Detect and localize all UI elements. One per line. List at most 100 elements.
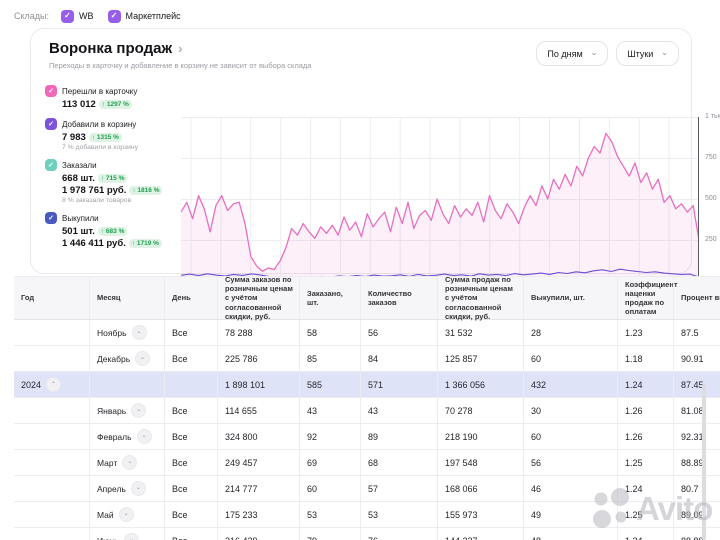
chevron-down-icon: ⌄ [661, 48, 668, 57]
table-cell: 1.25 [617, 502, 673, 527]
period-select[interactable]: По дням ⌄ [536, 41, 608, 66]
month-value: Июнь [97, 536, 119, 540]
table-cell [14, 398, 89, 423]
cell-value: 155 973 [445, 510, 478, 520]
table-cell: 84 [360, 346, 437, 371]
warehouse-checkbox-wb[interactable]: ✓WB [61, 10, 94, 23]
column-header: Коэффициент наценки продаж по оплатам [617, 277, 673, 319]
month-dropdown[interactable]: ⌄ [135, 351, 150, 366]
table-cell: 144 227 [437, 528, 523, 540]
metric-label: Заказали [62, 161, 97, 170]
warehouse-checkboxes: ✓WB✓Маркетплейс [61, 10, 181, 23]
cell-value: 60 [307, 484, 317, 494]
table-cell: 89 [360, 424, 437, 449]
table-cell: 88.89 [673, 528, 720, 540]
cell-value: 1 366 056 [445, 380, 485, 390]
table-cell: 225 786 [217, 346, 299, 371]
day-value: Все [172, 432, 188, 442]
table-cell: 79 [299, 528, 360, 540]
growth-badge: ↑ 1719 % [129, 239, 162, 248]
y-tick-label: 500 [705, 195, 717, 202]
month-value: Январь [97, 406, 126, 416]
table-cell: 56 [523, 450, 617, 475]
metric-value-rub: 1 978 761 руб. [62, 185, 126, 196]
cell-value: 80.7 [681, 484, 699, 494]
cell-value: 84 [368, 354, 378, 364]
table-body: Ноябрь⌄Все78 288585631 532281.2387.5Дека… [14, 320, 720, 540]
table-cell: 43 [360, 398, 437, 423]
cell-value: 571 [368, 380, 383, 390]
cell-value: 90.91 [681, 354, 704, 364]
cell-value: 57 [368, 484, 378, 494]
table-cell: Все [164, 398, 217, 423]
table-cell: 114 655 [217, 398, 299, 423]
table-cell: 30 [523, 398, 617, 423]
metric-checkbox[interactable]: ✓ [45, 118, 57, 130]
month-dropdown[interactable]: ⌄ [131, 481, 146, 496]
metric-checkbox[interactable]: ✓ [45, 159, 57, 171]
day-value: Все [172, 406, 188, 416]
table-cell: 28 [523, 320, 617, 345]
cell-value: 324 800 [225, 432, 258, 442]
warehouse-checkbox-маркетплейс[interactable]: ✓ Маркетплейс [108, 10, 181, 23]
checkbox-icon[interactable]: ✓ [61, 10, 74, 23]
cell-value: 60 [531, 354, 541, 364]
table-cell: 1.26 [617, 424, 673, 449]
cell-value: 216 429 [225, 536, 258, 540]
metric-checkbox[interactable]: ✓ [45, 212, 57, 224]
month-dropdown[interactable]: ⌄ [132, 325, 147, 340]
table-cell: Все [164, 502, 217, 527]
table-cell: Январь ⌄ [89, 398, 164, 423]
table-cell: Февраль⌄ [89, 424, 164, 449]
stats-table: ГодМесяцДеньСумма заказов по розничным ц… [14, 276, 720, 540]
month-dropdown[interactable]: ⌄ [131, 403, 146, 418]
cell-value: 43 [307, 406, 317, 416]
collapse-year-button[interactable]: ⌃ [46, 377, 61, 392]
table-cell: 168 066 [437, 476, 523, 501]
cell-value: 88.89 [681, 458, 704, 468]
checkbox-label: Маркетплейс [126, 11, 181, 21]
table-cell: 1.26 [617, 398, 673, 423]
table-row: Ноябрь⌄Все78 288585631 532281.2387.5 [14, 320, 720, 346]
cell-value: 197 548 [445, 458, 478, 468]
table-cell: 216 429 [217, 528, 299, 540]
month-dropdown[interactable]: ⌄ [122, 455, 137, 470]
units-select[interactable]: Штуки ⌄ [616, 41, 679, 66]
cell-value: 31 532 [445, 328, 473, 338]
growth-badge: ↑ 715 % [98, 174, 128, 183]
cell-value: 585 [307, 380, 322, 390]
table-cell: 1.18 [617, 346, 673, 371]
cell-value: 144 227 [445, 536, 478, 540]
cell-value: 87.45 [681, 380, 704, 390]
month-dropdown[interactable]: ⌄ [119, 507, 134, 522]
cell-value: 87.5 [681, 328, 699, 338]
table-cell: 1 898 101 [217, 372, 299, 397]
table-cell: Все [164, 346, 217, 371]
funnel-title-link[interactable]: Воронка продаж › [49, 40, 182, 57]
column-header: Количество заказов [360, 277, 437, 319]
cell-value: 85 [307, 354, 317, 364]
table-cell: Все [164, 424, 217, 449]
units-select-value: Штуки [627, 49, 653, 59]
growth-badge: ↑ 683 % [98, 227, 128, 236]
cell-value: 125 857 [445, 354, 478, 364]
metric-added-to-cart: ✓ Добавили в корзину 7 983 ↑ 1315 % 7 % … [45, 118, 163, 151]
table-cell: 175 233 [217, 502, 299, 527]
cell-value: 1.24 [625, 380, 643, 390]
table-header-row: ГодМесяцДеньСумма заказов по розничным ц… [14, 276, 720, 320]
cell-value: 46 [531, 484, 541, 494]
table-cell: 1 366 056 [437, 372, 523, 397]
cell-value: 1.24 [625, 536, 643, 540]
month-dropdown[interactable]: ⌄ [124, 533, 139, 540]
month-dropdown[interactable]: ⌄ [137, 429, 152, 444]
column-header: Сумма продаж по розничным ценам с учётом… [437, 277, 523, 319]
column-header: Сумма заказов по розничным ценам с учёто… [217, 277, 299, 319]
table-cell: 197 548 [437, 450, 523, 475]
day-value: Все [172, 458, 188, 468]
table-cell: 125 857 [437, 346, 523, 371]
checkbox-icon[interactable]: ✓ [108, 10, 121, 23]
table-scrollbar[interactable] [702, 384, 706, 540]
cell-value: 1.26 [625, 432, 643, 442]
metric-checkbox[interactable]: ✓ [45, 85, 57, 97]
cell-value: 79 [307, 536, 317, 540]
